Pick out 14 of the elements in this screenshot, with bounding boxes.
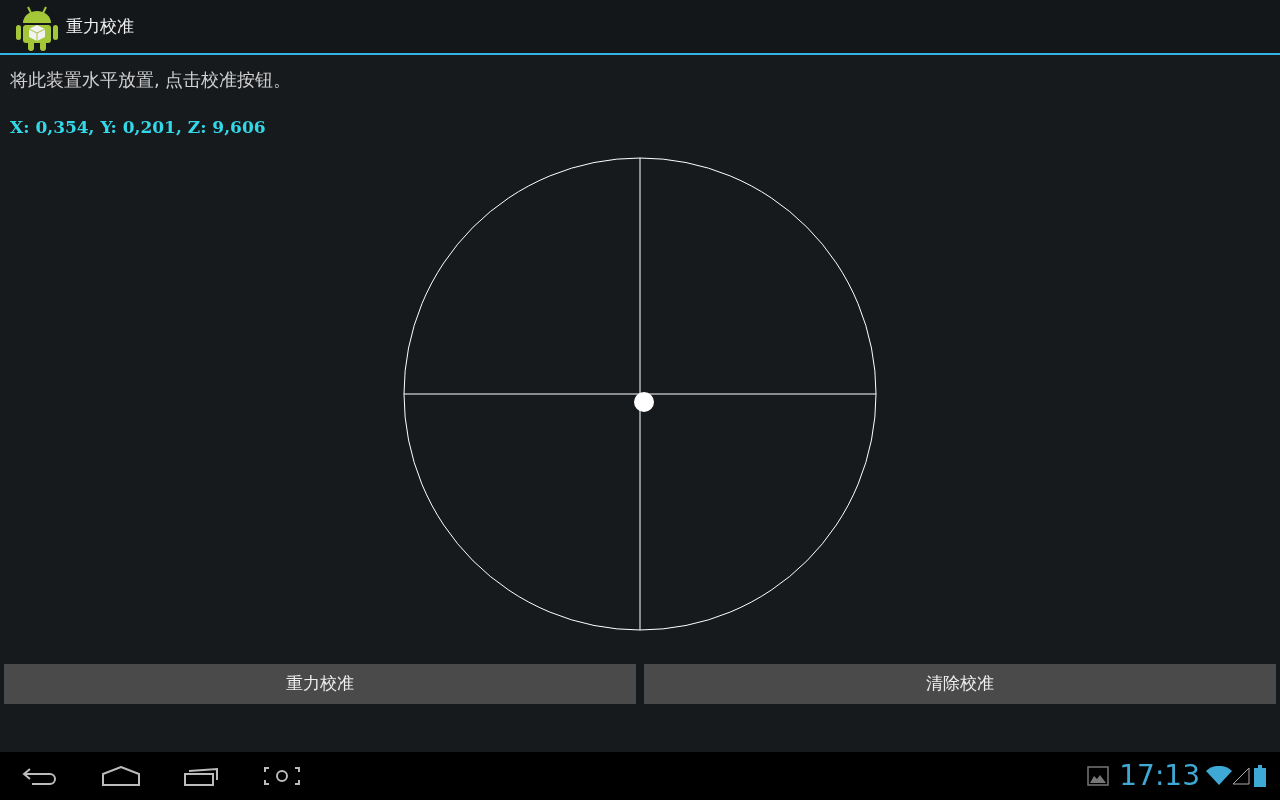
home-icon[interactable] [102,766,140,786]
wifi-icon [1206,766,1232,786]
calibration-button[interactable]: 重力校准 [4,664,636,704]
back-icon[interactable] [22,766,58,786]
calibration-button[interactable]: 清除校准 [644,664,1276,704]
image-notification-icon[interactable] [1087,766,1110,786]
battery-icon [1254,765,1266,787]
clock-time: 17:13 [1119,760,1200,792]
recent-apps-icon[interactable] [184,766,220,786]
signal-icon [1232,767,1250,785]
sensor-readout: X: 0,354, Y: 0,201, Z: 9,606 [10,116,266,138]
instruction-text: 将此装置水平放置, 点击校准按钮。 [10,68,292,92]
app-title: 重力校准 [66,14,134,38]
screenshot-icon[interactable] [264,767,300,785]
